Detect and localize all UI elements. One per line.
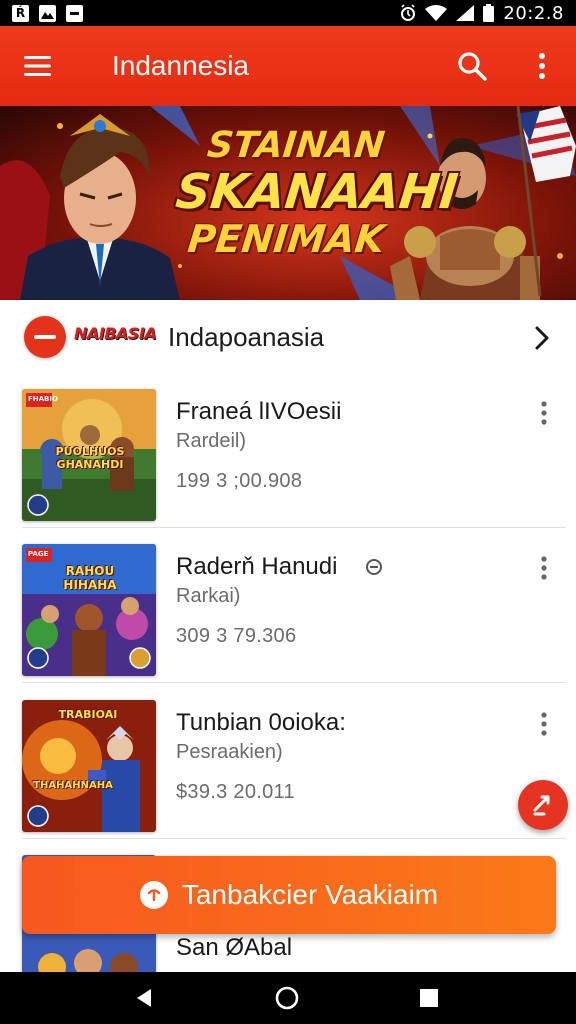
region-logo: NAIBASIA	[74, 324, 157, 343]
region-label: Indapoanasia	[168, 322, 325, 352]
back-icon[interactable]	[128, 982, 160, 1014]
more-vertical-icon[interactable]	[530, 396, 558, 430]
game-thumbnail: PUOLHUOS GHANAHDI FHABIO	[22, 389, 156, 521]
thumbnail-title: RAHOU HIHAHA	[63, 564, 117, 592]
game-thumbnail: RAHOU HIHAHA PAGE	[22, 544, 156, 676]
status-bar: Ŕ 20:2.8	[0, 0, 576, 26]
thumbnail-badge: TRABIOAI	[58, 708, 118, 721]
edit-fab-icon[interactable]	[518, 780, 568, 830]
alarm-icon	[401, 4, 416, 21]
thumbnail-badge: FHABIO	[28, 395, 58, 403]
item-title: San ØAbal	[176, 934, 293, 961]
divider	[22, 682, 566, 683]
list-item[interactable]: PUOLHUOS GHANAHDI FHABIO Franeá lIVOesii…	[0, 374, 576, 528]
banner-line-2: SKANAAHI	[173, 164, 461, 220]
app-title: Indannesia	[112, 50, 250, 81]
list-item[interactable]: RAHOU HIHAHA PAGE Raderň Hanudi Rarkai) …	[0, 529, 576, 683]
minus-circle-icon[interactable]	[366, 559, 382, 575]
chevron-right-icon[interactable]	[522, 318, 562, 358]
item-price: 309 3 79.306	[176, 625, 297, 647]
item-title: Franeá lIVOesii	[176, 398, 342, 425]
item-subtitle: Rarkai)	[176, 585, 241, 607]
notification-photo-icon	[39, 4, 56, 22]
more-vertical-icon[interactable]	[530, 551, 558, 585]
item-subtitle: Rardeil)	[176, 430, 247, 452]
banner-headline: STAINAN SKANAAHI PENIMAK	[169, 125, 461, 261]
region-selector[interactable]: NAIBASIA Indapoanasia	[0, 300, 576, 374]
item-title: Tunbian 0oioka:	[176, 709, 346, 736]
more-vertical-icon[interactable]	[530, 707, 558, 741]
more-vertical-icon[interactable]	[522, 46, 562, 86]
item-subtitle: Pesraakien)	[176, 741, 283, 763]
item-price: 199 3 ;00.908	[176, 470, 303, 492]
app-screen: Ŕ 20:2.8 Indannesia STAINAN SKANAAHI PEN…	[0, 0, 576, 1024]
banner-line-3: PENIMAK	[185, 217, 387, 261]
promo-banner[interactable]: STAINAN SKANAAHI PENIMAK	[0, 106, 576, 300]
thumbnail-badge: PAGE	[28, 550, 49, 558]
arrow-circle-icon	[139, 881, 168, 909]
primary-action-button[interactable]: Tanbakcier Vaakiaim	[22, 856, 556, 934]
game-thumbnail: TRABIOAI THAHAHNAHA	[22, 700, 156, 832]
item-title: Raderň Hanudi	[176, 553, 338, 580]
divider	[22, 838, 566, 839]
thumbnail-title: PUOLHUOS GHANAHDI	[55, 445, 125, 471]
recents-icon[interactable]	[413, 982, 445, 1014]
status-time: 20:2.8	[503, 2, 564, 24]
region-badge-icon	[24, 316, 66, 358]
notification-app-icon	[66, 4, 83, 22]
list-item[interactable]: TRABIOAI THAHAHNAHA Tunbian 0oioka: Pesr…	[0, 685, 576, 839]
item-price: $39.3 20.011	[176, 781, 295, 803]
wifi-icon	[425, 5, 448, 21]
home-icon[interactable]	[271, 982, 303, 1014]
notification-app-icon: Ŕ	[12, 4, 29, 22]
thumbnail-title: THAHAHNAHA	[33, 780, 113, 791]
hamburger-menu-icon[interactable]	[18, 46, 58, 86]
app-bar: Indannesia	[0, 26, 576, 106]
primary-action-label: Tanbakcier Vaakiaim	[181, 879, 439, 910]
battery-icon	[483, 4, 495, 22]
banner-line-1: STAINAN	[205, 125, 387, 166]
signal-icon	[456, 5, 475, 21]
system-nav-bar	[0, 972, 576, 1024]
divider	[22, 527, 566, 528]
search-icon[interactable]	[452, 46, 492, 86]
